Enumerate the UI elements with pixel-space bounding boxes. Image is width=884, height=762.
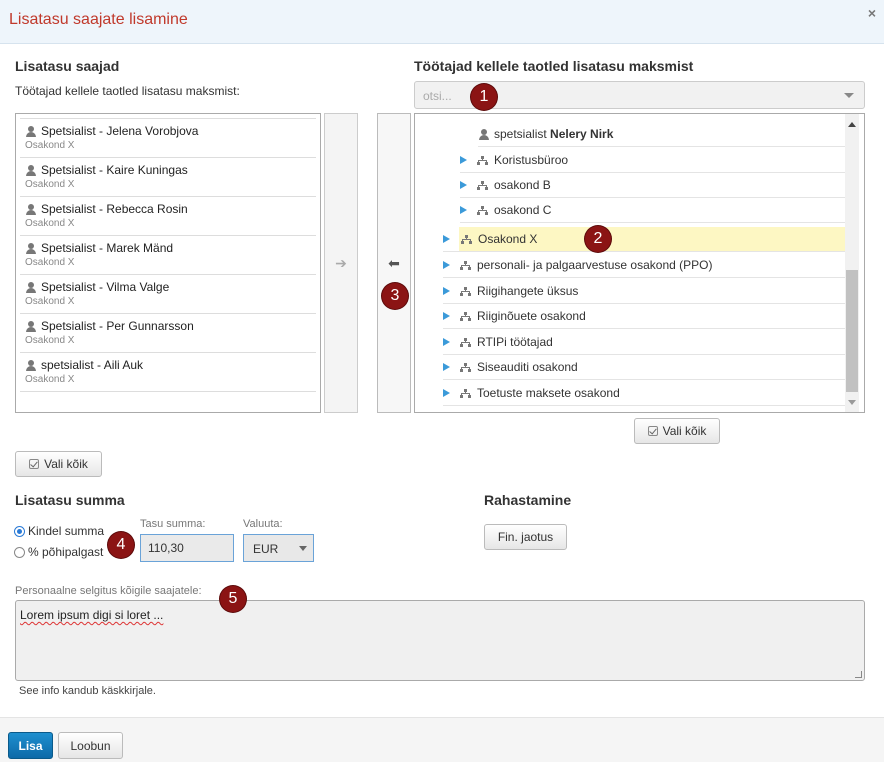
person-icon (25, 359, 37, 371)
org-structure-icon (477, 205, 488, 215)
chevron-down-icon (844, 93, 854, 98)
person-icon (25, 203, 37, 215)
amount-heading: Lisatasu summa (15, 492, 125, 508)
org-structure-icon (477, 155, 488, 165)
sum-label: Tasu summa: (140, 518, 206, 530)
list-item[interactable]: Spetsialist - Marek Mänd Osakond X (20, 236, 316, 275)
explanation-hint: See info kandub käskkirjale. (19, 685, 156, 697)
tree-item-riigihangete[interactable]: Riigihangete üksus (443, 279, 846, 304)
callout-marker-4: 4 (108, 532, 134, 558)
dialog-titlebar: Lisatasu saajate lisamine × (0, 0, 884, 44)
expand-arrow-icon[interactable] (460, 181, 467, 189)
funding-heading: Rahastamine (484, 492, 572, 508)
tree-item-toetuste[interactable]: Toetuste maksete osakond (443, 381, 846, 406)
tree-item-riiginouete[interactable]: Riiginõuete osakond (443, 304, 846, 329)
list-item[interactable]: Spetsialist - Rebecca Rosin Osakond X (20, 197, 316, 236)
tree-item-koristusburoo[interactable]: Koristusbüroo (460, 148, 846, 173)
explanation-textarea[interactable]: Lorem ipsum digi si loret ... (15, 600, 865, 681)
org-structure-icon (460, 337, 471, 347)
org-structure-icon (460, 286, 471, 296)
scroll-down-icon[interactable] (848, 400, 856, 405)
callout-marker-1: 1 (471, 84, 497, 110)
person-icon (25, 125, 37, 137)
radio-fixed-amount[interactable]: Kindel summa (14, 524, 104, 538)
tree-item-rtipi[interactable]: RTIPi töötajad (443, 330, 846, 355)
left-subheading: Töötajad kellele taotled lisatasu maksmi… (15, 84, 240, 98)
scrollbar-thumb[interactable] (846, 270, 858, 392)
person-icon (25, 242, 37, 254)
callout-marker-5: 5 (220, 586, 246, 612)
checkbox-icon (29, 459, 40, 469)
tree-item-osakond-c[interactable]: osakond C (460, 198, 846, 223)
list-item[interactable]: Spetsialist - Per Gunnarsson Osakond X (20, 314, 316, 353)
expand-arrow-icon[interactable] (443, 235, 450, 243)
callout-marker-2: 2 (585, 226, 611, 252)
tree-item-ppo[interactable]: personali- ja palgaarvestuse osakond (PP… (443, 253, 846, 278)
add-button[interactable]: Lisa (8, 732, 53, 759)
expand-arrow-icon[interactable] (443, 363, 450, 371)
left-select-all-button[interactable]: Vali kõik (15, 451, 102, 477)
search-placeholder: otsi... (423, 89, 452, 103)
close-icon[interactable]: × (868, 5, 876, 21)
org-tree[interactable]: spetsialist Nelery Nirk Koristusbüroo os… (414, 113, 865, 413)
person-icon (25, 164, 37, 176)
move-right-button[interactable]: ➔ (324, 113, 358, 413)
org-structure-icon (460, 362, 471, 372)
list-item[interactable]: spetsialist - Aili Auk Osakond X (20, 353, 316, 392)
checkbox-icon (647, 426, 658, 436)
right-heading: Töötajad kellele taotled lisatasu maksmi… (414, 58, 694, 74)
person-icon (478, 128, 490, 140)
sum-input[interactable]: 110,30 (140, 534, 234, 562)
cancel-button[interactable]: Loobun (58, 732, 123, 759)
resize-handle-icon[interactable] (855, 671, 862, 678)
right-select-all-button[interactable]: Vali kõik (634, 418, 720, 444)
expand-arrow-icon[interactable] (443, 312, 450, 320)
tree-item-osakond-b[interactable]: osakond B (460, 173, 846, 198)
dialog-title: Lisatasu saajate lisamine (9, 11, 188, 28)
org-structure-icon (460, 388, 471, 398)
org-structure-icon (461, 234, 472, 244)
org-structure-icon (460, 260, 471, 270)
expand-arrow-icon[interactable] (460, 206, 467, 214)
radio-unchecked-icon (14, 546, 25, 558)
expand-arrow-icon[interactable] (460, 156, 467, 164)
radio-percent-salary[interactable]: % põhipalgast (14, 545, 103, 559)
fin-distribution-button[interactable]: Fin. jaotus (484, 524, 567, 550)
list-item[interactable]: Spetsialist - Kaire Kuningas Osakond X (20, 158, 316, 197)
expand-arrow-icon[interactable] (443, 261, 450, 269)
tree-scrollbar[interactable] (845, 114, 859, 412)
callout-marker-3: 3 (382, 283, 408, 309)
arrow-left-icon: ⬅ (388, 254, 400, 271)
scroll-up-icon[interactable] (848, 122, 856, 127)
org-structure-icon (460, 311, 471, 321)
expand-arrow-icon[interactable] (443, 338, 450, 346)
expand-arrow-icon[interactable] (443, 389, 450, 397)
chevron-down-icon (299, 546, 307, 551)
tree-item-siseauditi[interactable]: Siseauditi osakond (443, 355, 846, 380)
left-heading: Lisatasu saajad (15, 58, 120, 74)
recipients-list[interactable]: Spetsialist - Jelena Vorobjova Osakond X… (15, 113, 321, 413)
move-left-button[interactable]: ⬅ (377, 113, 411, 413)
tree-item-person[interactable]: spetsialist Nelery Nirk (478, 122, 846, 147)
list-item[interactable]: Spetsialist - Jelena Vorobjova Osakond X (20, 119, 316, 158)
dialog-footer (0, 717, 884, 762)
currency-select[interactable]: EUR (243, 534, 314, 562)
explanation-label: Personaalne selgitus kõigile saajatele: (15, 585, 202, 597)
currency-label: Valuuta: (243, 518, 283, 530)
org-structure-icon (477, 180, 488, 190)
person-icon (25, 281, 37, 293)
list-item[interactable]: Spetsialist - Vilma Valge Osakond X (20, 275, 316, 314)
radio-checked-icon (14, 525, 25, 537)
expand-arrow-icon[interactable] (443, 287, 450, 295)
person-icon (25, 320, 37, 332)
arrow-right-icon: ➔ (335, 254, 347, 271)
tree-item-osakond-x[interactable]: Osakond X (459, 227, 846, 252)
